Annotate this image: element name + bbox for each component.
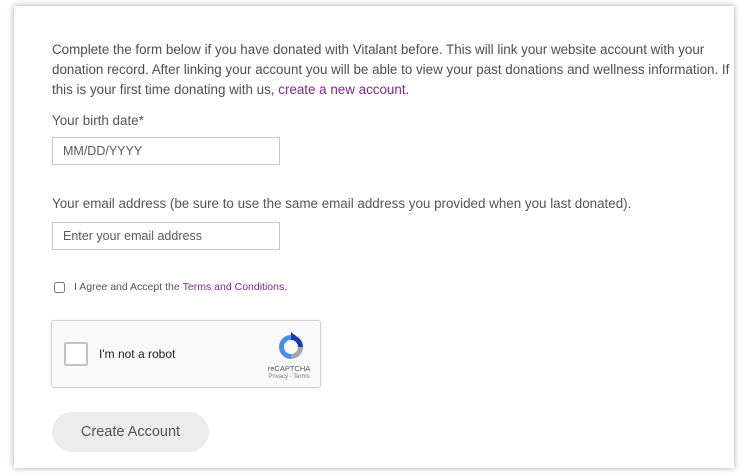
birth-date-input[interactable] xyxy=(52,137,280,165)
terms-link[interactable]: Terms and Conditions. xyxy=(183,281,287,293)
recaptcha-privacy-terms[interactable]: Privacy - Terms xyxy=(264,374,314,380)
agree-terms-label: I Agree and Accept the xyxy=(74,281,180,293)
birth-date-label: Your birth date* xyxy=(52,113,144,128)
recaptcha-label: I'm not a robot xyxy=(99,347,176,361)
recaptcha-checkbox[interactable] xyxy=(64,342,88,366)
agree-terms-checkbox[interactable] xyxy=(54,281,65,293)
agree-terms-row: I Agree and Accept the Terms and Conditi… xyxy=(54,281,287,293)
link-account-form: Complete the form below if you have dona… xyxy=(14,6,734,468)
recaptcha-brand: reCAPTCHA xyxy=(267,364,311,373)
create-account-link[interactable]: create a new account. xyxy=(278,82,409,97)
recaptcha-logo-icon xyxy=(274,331,308,368)
email-input[interactable] xyxy=(52,222,280,250)
email-label: Your email address (be sure to use the s… xyxy=(52,196,632,211)
intro-text: Complete the form below if you have dona… xyxy=(52,40,742,100)
create-account-button[interactable]: Create Account xyxy=(52,412,209,452)
recaptcha-widget: I'm not a robot reCAPTCHA Privacy - Term… xyxy=(51,320,321,388)
